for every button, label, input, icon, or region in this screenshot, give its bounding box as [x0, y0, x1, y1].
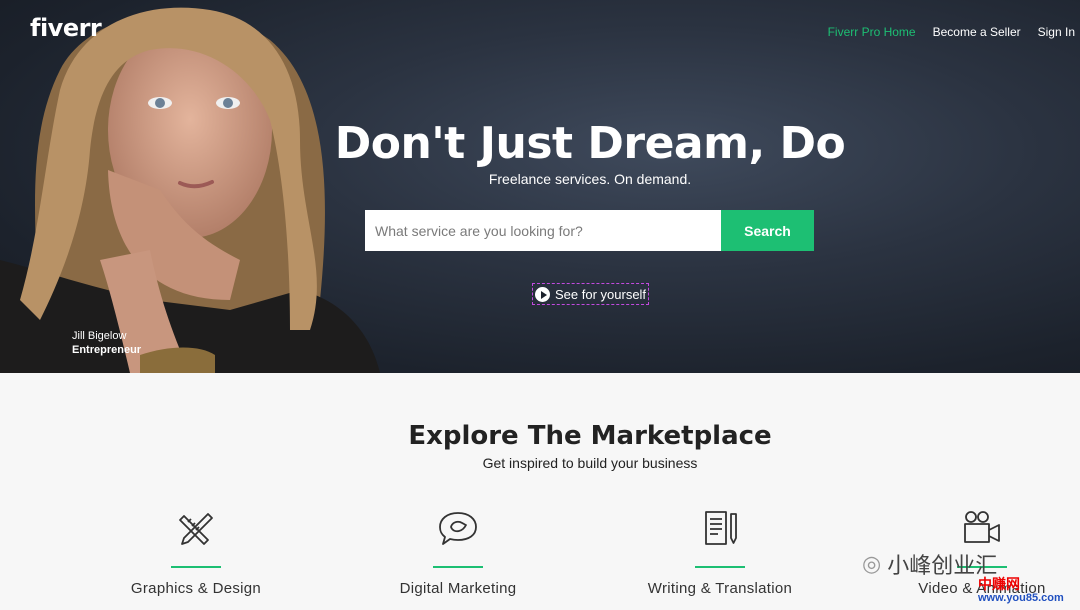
document-pen-icon — [705, 511, 737, 545]
person-role: Entrepreneur — [72, 344, 142, 356]
category-underline — [171, 566, 221, 568]
explore-title: Explore The Marketplace — [408, 421, 772, 451]
category-graphics-design[interactable]: Graphics & Design — [96, 510, 296, 597]
search-button[interactable]: Search — [721, 210, 814, 251]
nav-fiverr-pro-home[interactable]: Fiverr Pro Home — [828, 25, 916, 39]
explore-subtitle: Get inspired to build your business — [482, 455, 698, 471]
category-underline — [433, 566, 483, 568]
hero-banner: fiverr Fiverr Pro Home Become a Seller S… — [0, 0, 1080, 373]
watermark-site-url: www.you85.com — [978, 592, 1064, 604]
video-camera-icon — [964, 511, 1000, 543]
category-writing-translation[interactable]: Writing & Translation — [620, 510, 820, 597]
wechat-icon: ◎ — [862, 551, 882, 576]
category-digital-marketing[interactable]: Digital Marketing — [358, 510, 558, 597]
category-underline — [695, 566, 745, 568]
speech-bubble-bird-icon — [439, 512, 477, 545]
portrait-caption: Jill Bigelow Entrepreneur — [72, 329, 141, 357]
fiverr-logo[interactable]: fiverr — [30, 14, 102, 42]
hero-headline: Don't Just Dream, Do — [334, 118, 846, 169]
nav-sign-in[interactable]: Sign In — [1038, 25, 1075, 39]
see-for-yourself-label: See for yourself — [555, 286, 647, 302]
person-name: Jill Bigelow — [72, 330, 127, 342]
category-label: Writing & Translation — [647, 580, 793, 597]
see-for-yourself-link[interactable]: See for yourself — [532, 283, 650, 305]
hero-subline: Freelance services. On demand. — [488, 171, 692, 187]
top-nav: Fiverr Pro Home Become a Seller Sign In — [828, 25, 1075, 39]
watermark-site-cn: 中赚网 — [978, 576, 1020, 592]
play-icon — [535, 286, 550, 302]
nav-become-a-seller[interactable]: Become a Seller — [933, 25, 1021, 39]
category-label: Digital Marketing — [399, 580, 517, 597]
search-input[interactable] — [365, 210, 721, 251]
pencil-ruler-icon — [179, 513, 213, 545]
watermark: ◎ 小峰创业汇 — [862, 548, 997, 580]
category-label: Graphics & Design — [130, 580, 262, 597]
search-bar: Search — [365, 210, 814, 251]
